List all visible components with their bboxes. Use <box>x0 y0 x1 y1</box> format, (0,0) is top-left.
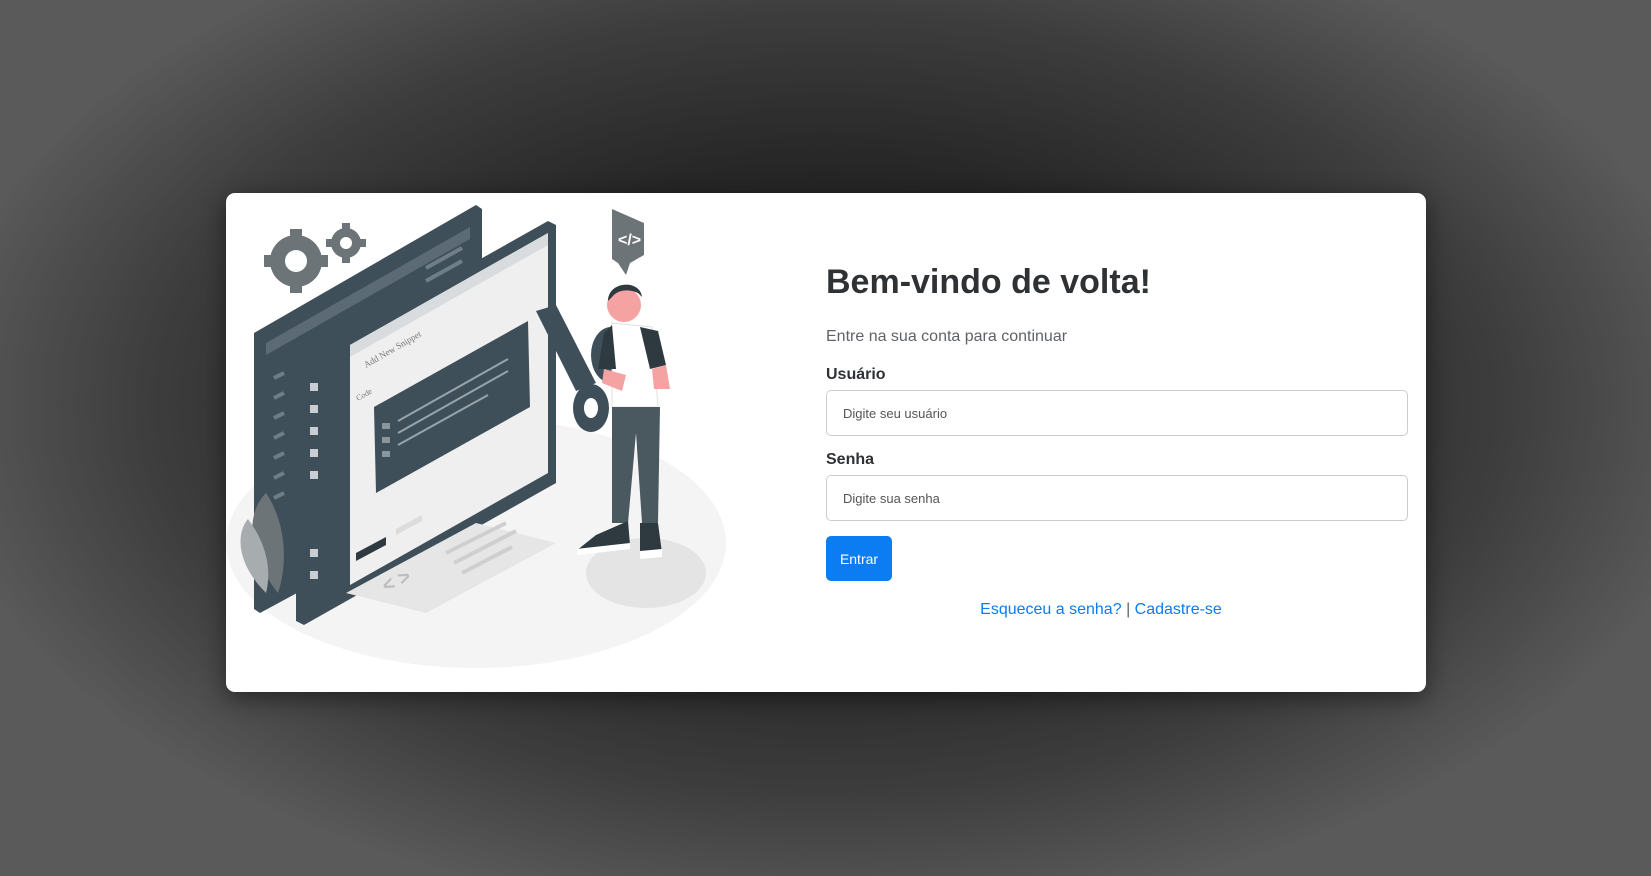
page-title: Bem-vindo de volta! <box>826 263 1151 301</box>
forgot-password-link[interactable]: Esqueceu a senha? <box>980 601 1121 618</box>
code-bubble-icon: </> <box>612 209 644 275</box>
developer-illustration: </> Add New Snippet Code < > <box>226 193 786 692</box>
signup-link[interactable]: Cadastre-se <box>1135 601 1222 618</box>
submit-button[interactable]: Entrar <box>826 536 892 581</box>
username-label: Usuário <box>826 366 886 383</box>
login-card: </> Add New Snippet Code < > Bem-vindo d… <box>226 193 1426 692</box>
svg-text:</>: </> <box>618 232 641 249</box>
auth-links: Esqueceu a senha? | Cadastre-se <box>826 601 1376 619</box>
password-label: Senha <box>826 451 875 468</box>
link-separator: | <box>1126 601 1135 618</box>
password-input[interactable] <box>826 475 1408 521</box>
username-input[interactable] <box>826 390 1408 436</box>
login-form: Bem-vindo de volta! Entre na sua conta p… <box>826 193 1408 692</box>
page-subtitle: Entre na sua conta para continuar <box>826 328 1068 345</box>
